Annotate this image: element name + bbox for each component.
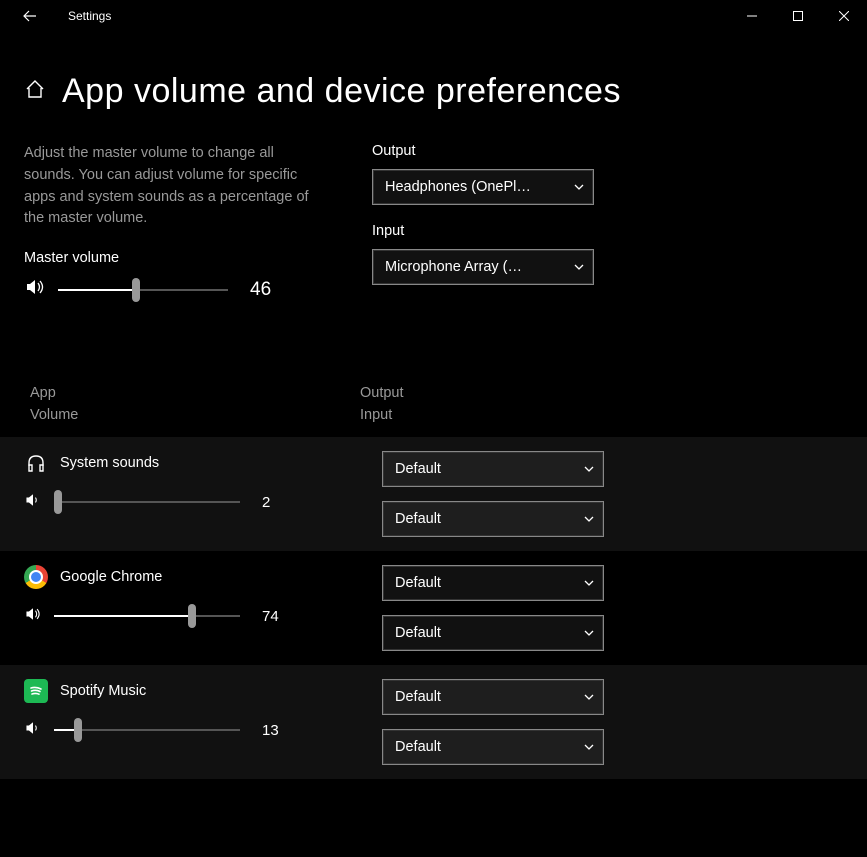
back-arrow-icon xyxy=(23,9,37,23)
maximize-icon xyxy=(793,11,803,21)
app-volume-slider[interactable] xyxy=(54,729,240,731)
maximize-button[interactable] xyxy=(775,0,821,32)
chrome-icon xyxy=(24,565,48,589)
app-output-dropdown[interactable]: Default xyxy=(382,679,604,715)
close-button[interactable] xyxy=(821,0,867,32)
speaker-icon[interactable] xyxy=(24,605,42,628)
output-value: Headphones (OnePl… xyxy=(385,179,531,195)
master-volume-label: Master volume xyxy=(24,250,324,266)
chevron-down-icon xyxy=(583,627,595,639)
app-output-dropdown[interactable]: Default xyxy=(382,451,604,487)
spotify-icon xyxy=(24,679,48,703)
app-name: System sounds xyxy=(60,455,159,471)
chevron-down-icon xyxy=(583,741,595,753)
minimize-button[interactable] xyxy=(729,0,775,32)
app-volume-slider[interactable] xyxy=(54,615,240,617)
titlebar: Settings xyxy=(0,0,867,32)
app-input-dropdown[interactable]: Default xyxy=(382,615,604,651)
master-volume-value: 46 xyxy=(250,279,280,301)
input-value: Microphone Array (… xyxy=(385,259,522,275)
output-dropdown[interactable]: Headphones (OnePl… xyxy=(372,169,594,205)
slider-thumb[interactable] xyxy=(74,718,82,742)
app-output-dropdown[interactable]: Default xyxy=(382,565,604,601)
page-title: App volume and device preferences xyxy=(62,72,621,111)
speaker-low-icon[interactable] xyxy=(24,491,42,514)
apps-column-header-right: Output Input xyxy=(360,383,404,427)
back-button[interactable] xyxy=(16,9,44,23)
speaker-icon[interactable] xyxy=(24,276,46,303)
chevron-down-icon xyxy=(583,463,595,475)
master-description: Adjust the master volume to change all s… xyxy=(24,143,324,230)
app-row: System sounds 2 Default Default xyxy=(0,437,867,551)
app-volume-value: 13 xyxy=(262,722,292,739)
apps-column-header-left: App Volume xyxy=(30,383,270,427)
page-header: App volume and device preferences xyxy=(0,32,867,135)
chevron-down-icon xyxy=(583,691,595,703)
speaker-low-icon[interactable] xyxy=(24,719,42,742)
minimize-icon xyxy=(747,11,757,21)
headphones-icon xyxy=(24,451,48,475)
slider-thumb[interactable] xyxy=(188,604,196,628)
app-volume-value: 2 xyxy=(262,494,292,511)
output-label: Output xyxy=(372,143,602,159)
app-row: Google Chrome 74 Default Default xyxy=(0,551,867,665)
app-input-dropdown[interactable]: Default xyxy=(382,501,604,537)
app-row: Spotify Music 13 Default Default xyxy=(0,665,867,779)
chevron-down-icon xyxy=(573,261,585,273)
home-icon[interactable] xyxy=(24,78,46,105)
input-label: Input xyxy=(372,223,602,239)
app-volume-value: 74 xyxy=(262,608,292,625)
chevron-down-icon xyxy=(583,513,595,525)
app-name: Spotify Music xyxy=(60,683,146,699)
app-input-dropdown[interactable]: Default xyxy=(382,729,604,765)
close-icon xyxy=(839,11,849,21)
slider-thumb[interactable] xyxy=(132,278,140,302)
window-title: Settings xyxy=(68,9,111,23)
app-volume-slider[interactable] xyxy=(54,501,240,503)
chevron-down-icon xyxy=(573,181,585,193)
app-name: Google Chrome xyxy=(60,569,162,585)
slider-thumb[interactable] xyxy=(54,490,62,514)
input-dropdown[interactable]: Microphone Array (… xyxy=(372,249,594,285)
chevron-down-icon xyxy=(583,577,595,589)
master-volume-slider[interactable] xyxy=(58,289,228,291)
